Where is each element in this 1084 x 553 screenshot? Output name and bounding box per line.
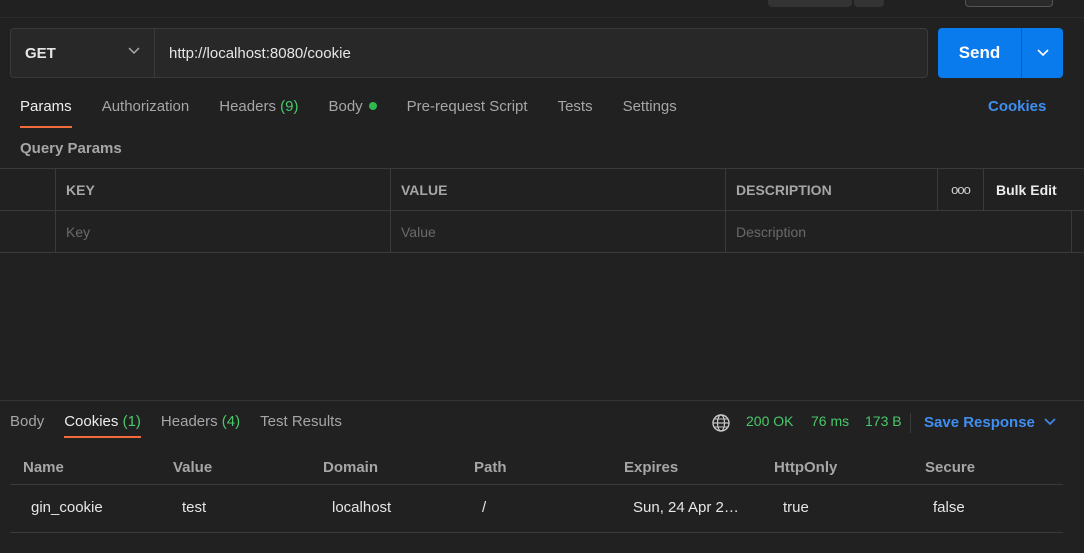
column-header-name: Name <box>23 459 64 476</box>
tab-tests[interactable]: Tests <box>558 98 593 128</box>
chevron-down-icon[interactable] <box>1044 418 1056 426</box>
response-tabs: Body Cookies (1) Headers (4) Test Result… <box>10 413 362 438</box>
tab-body[interactable]: Body <box>328 98 377 128</box>
cookie-httponly: true <box>783 499 809 516</box>
globe-icon[interactable] <box>711 413 731 433</box>
tab-count: (1) <box>122 413 141 430</box>
description-column-header: DESCRIPTION <box>726 169 938 210</box>
tab-label: Tests <box>557 98 593 115</box>
tab-authorization[interactable]: Authorization <box>102 98 190 128</box>
table-row: gin_cookie test localhost / Sun, 24 Apr … <box>10 485 1063 533</box>
toolbar-control[interactable] <box>854 0 884 7</box>
tab-response-cookies[interactable]: Cookies (1) <box>64 413 141 438</box>
request-bar: GET http://localhost:8080/cookie <box>10 28 928 78</box>
tab-label: Pre-request Script <box>406 98 528 115</box>
cookie-domain: localhost <box>332 499 392 516</box>
query-params-table: KEY VALUE DESCRIPTION ooo Bulk Edit Key … <box>0 168 1084 253</box>
send-options-button[interactable] <box>1022 28 1063 78</box>
toolbar-control[interactable] <box>768 0 852 7</box>
key-input[interactable]: Key <box>56 211 391 252</box>
description-input[interactable]: Description <box>726 211 1072 252</box>
query-params-title: Query Params <box>20 140 122 157</box>
cookies-link[interactable]: Cookies <box>988 98 1046 115</box>
url-text: http://localhost:8080/cookie <box>169 44 351 62</box>
tab-label: Body <box>10 413 45 430</box>
divider <box>910 413 911 433</box>
tab-label: Test Results <box>260 413 342 430</box>
more-dots-icon: ooo <box>951 182 971 197</box>
send-button-group: Send <box>938 28 1063 78</box>
cookie-name: gin_cookie <box>31 499 103 516</box>
column-header-expires: Expires <box>624 459 679 476</box>
cookie-secure: false <box>933 499 965 516</box>
tab-settings[interactable]: Settings <box>623 98 677 128</box>
column-header-domain: Domain <box>323 459 379 476</box>
row-checkbox-cell <box>0 211 56 252</box>
tab-count: (4) <box>221 413 241 430</box>
table-header-row: Name Value Domain Path Expires HttpOnly … <box>10 453 1063 485</box>
tab-response-headers[interactable]: Headers (4) <box>161 413 240 438</box>
bulk-edit-label: Bulk Edit <box>996 181 1057 198</box>
cookie-expires: Sun, 24 Apr 2… <box>633 499 739 516</box>
cookie-value: test <box>182 499 207 516</box>
table-header-row: KEY VALUE DESCRIPTION ooo Bulk Edit <box>0 169 1084 211</box>
bulk-edit-button[interactable]: Bulk Edit <box>984 169 1084 210</box>
toolbar-toggle[interactable] <box>965 0 1053 7</box>
cookie-path: / <box>482 499 487 516</box>
key-column-header: KEY <box>56 169 391 210</box>
save-response-button[interactable]: Save Response <box>924 414 1035 431</box>
method-label: GET <box>25 44 56 62</box>
more-options-button[interactable]: ooo <box>938 169 984 210</box>
tab-label: Headers <box>160 413 218 430</box>
column-header-secure: Secure <box>925 459 976 476</box>
tab-label: Cookies <box>64 413 119 430</box>
method-select[interactable]: GET <box>11 29 155 77</box>
select-column <box>0 169 56 210</box>
value-input[interactable]: Value <box>391 211 726 252</box>
tab-pre-request-script[interactable]: Pre-request Script <box>407 98 528 128</box>
url-input[interactable]: http://localhost:8080/cookie <box>155 29 927 77</box>
tab-label: Body <box>328 98 363 115</box>
table-row: Key Value Description <box>0 211 1084 253</box>
send-button[interactable]: Send <box>938 28 1022 78</box>
chevron-down-icon <box>1036 49 1049 57</box>
tab-label: Settings <box>622 98 677 115</box>
request-tabs: Params Authorization Headers (9) Body Pr… <box>20 98 707 128</box>
chevron-down-icon <box>128 47 140 55</box>
column-header-value: Value <box>173 459 213 476</box>
column-header-httponly: HttpOnly <box>774 459 838 476</box>
tab-label: Authorization <box>101 98 190 115</box>
tab-test-results[interactable]: Test Results <box>260 413 342 438</box>
tab-headers[interactable]: Headers (9) <box>219 98 298 128</box>
tab-label: Params <box>20 98 72 115</box>
body-indicator-dot <box>368 102 377 110</box>
tab-label: Headers <box>219 98 276 115</box>
response-size[interactable]: 173 B <box>865 413 902 429</box>
cookies-table: Name Value Domain Path Expires HttpOnly … <box>10 453 1063 533</box>
value-column-header: VALUE <box>391 169 726 210</box>
tab-response-body[interactable]: Body <box>10 413 44 438</box>
postman-window: GET http://localhost:8080/cookie Send Pa… <box>0 0 1084 553</box>
top-toolbar-strip <box>0 0 1084 18</box>
response-time[interactable]: 76 ms <box>811 413 849 429</box>
response-panel: Body Cookies (1) Headers (4) Test Result… <box>0 400 1084 553</box>
tab-count: (9) <box>280 98 299 115</box>
empty-cell <box>1072 211 1084 252</box>
column-header-path: Path <box>474 459 507 476</box>
status-code[interactable]: 200 OK <box>746 413 793 429</box>
tab-params[interactable]: Params <box>20 98 72 128</box>
